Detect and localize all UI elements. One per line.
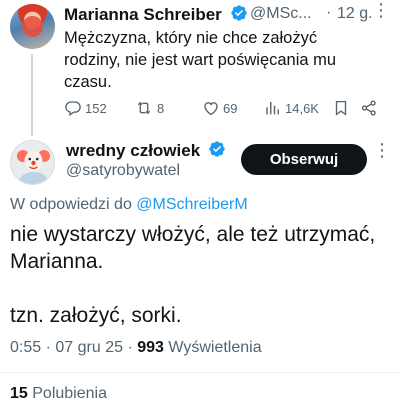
tweet-date[interactable]: 07 gru 25 [55, 339, 123, 356]
reply-button[interactable]: 152 [64, 99, 107, 117]
reply-author-avatar[interactable] [10, 140, 55, 185]
reply-author-handle[interactable]: @satyrobywatel [66, 162, 180, 180]
parent-tweet-time[interactable]: 12 g. [337, 5, 373, 23]
time-separator: · [326, 4, 332, 21]
parent-tweet-text: Mężczyzna, który nie chce założyć rodzin… [64, 29, 337, 91]
retweet-icon [137, 101, 151, 115]
likes-label: Polubienia [32, 385, 107, 402]
reply-author-name[interactable]: wredny człowiek [66, 141, 200, 160]
views-count-bold: 993 [137, 339, 164, 356]
likes-count: 15 [10, 385, 28, 402]
tweet-metadata: 0:55 · 07 gru 25 · 993 Wyświetlenia [10, 339, 262, 357]
bookmark-icon [335, 100, 347, 116]
reply-author-name-row[interactable]: wredny człowiek [66, 140, 226, 161]
like-count: 69 [223, 100, 238, 116]
views-count: 14,6K [285, 100, 319, 116]
reply-icon [65, 101, 81, 117]
more-icon[interactable]: ⋮ [373, 140, 392, 161]
divider [0, 372, 400, 373]
views-label: Wyświetlenia [168, 339, 262, 356]
retweet-count: 8 [157, 100, 165, 116]
share-button[interactable] [360, 99, 381, 117]
parent-author-avatar[interactable] [10, 4, 55, 49]
verified-badge-icon [230, 5, 247, 21]
parent-tweet-actions: 152 8 69 14,6K [64, 99, 384, 121]
likes-summary[interactable]: 15 Polubienia [10, 385, 107, 403]
parent-author-name-row[interactable]: Marianna Schreiber [64, 4, 248, 25]
parent-author-handle[interactable]: @MSc... [250, 5, 312, 23]
replying-to-line: W odpowiedzi do @MSchreiberM [10, 196, 248, 214]
reply-tweet-text: nie wystarczy włożyć, ale też utrzymać, … [10, 223, 376, 327]
more-icon[interactable]: ⋮ [372, 0, 391, 21]
like-button[interactable]: 69 [202, 99, 237, 117]
views-button[interactable]: 14,6K [264, 99, 319, 117]
replying-to-prefix: W odpowiedzi do [10, 196, 132, 213]
like-icon [204, 102, 218, 116]
meta-separator: · [127, 339, 133, 356]
reply-count: 152 [85, 100, 107, 116]
follow-button[interactable]: Obserwuj [241, 144, 367, 175]
retweet-button[interactable]: 8 [134, 99, 164, 117]
bookmark-button[interactable] [332, 99, 353, 117]
meta-separator: · [45, 339, 51, 356]
parent-author-name[interactable]: Marianna Schreiber [64, 5, 222, 24]
tweet-time[interactable]: 0:55 [10, 339, 41, 356]
verified-badge-icon [209, 141, 225, 157]
clown-avatar-icon [17, 150, 50, 184]
replying-to-mention[interactable]: @MSchreiberM [136, 196, 247, 213]
views-icon [266, 102, 279, 115]
thread-connector-line [31, 54, 33, 136]
share-icon [361, 100, 376, 116]
